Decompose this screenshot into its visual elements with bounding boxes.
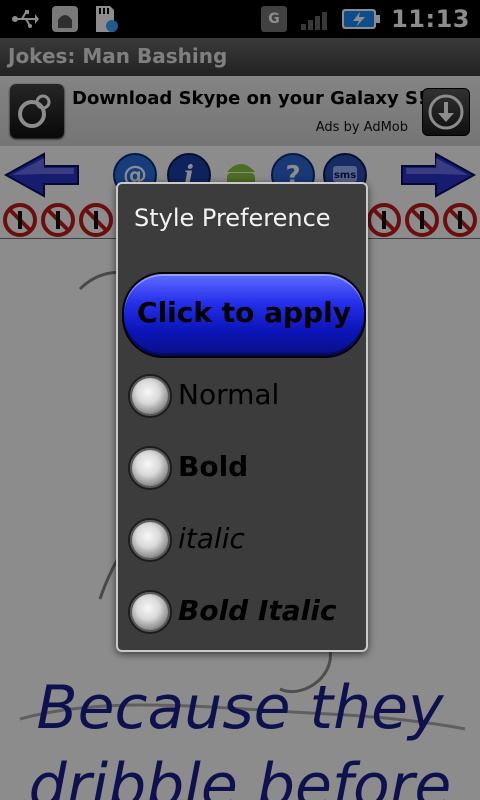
apply-button-label: Click to apply [137, 296, 351, 329]
option-italic[interactable]: italic [124, 512, 360, 568]
option-bold-italic[interactable]: Bold Italic [124, 584, 360, 640]
radio-button[interactable] [128, 518, 172, 562]
option-normal[interactable]: Normal [124, 368, 360, 424]
option-label: italic [178, 522, 245, 555]
radio-button[interactable] [128, 374, 172, 418]
option-label: Bold [178, 450, 249, 483]
apply-button[interactable]: Click to apply [122, 272, 366, 358]
option-label: Normal [178, 378, 280, 411]
style-preference-dialog: Style Preference Click to apply Normal B… [116, 182, 368, 652]
radio-button[interactable] [128, 590, 172, 634]
dialog-title: Style Preference [134, 204, 331, 232]
option-bold[interactable]: Bold [124, 440, 360, 496]
option-label: Bold Italic [178, 594, 337, 627]
radio-button[interactable] [128, 446, 172, 490]
